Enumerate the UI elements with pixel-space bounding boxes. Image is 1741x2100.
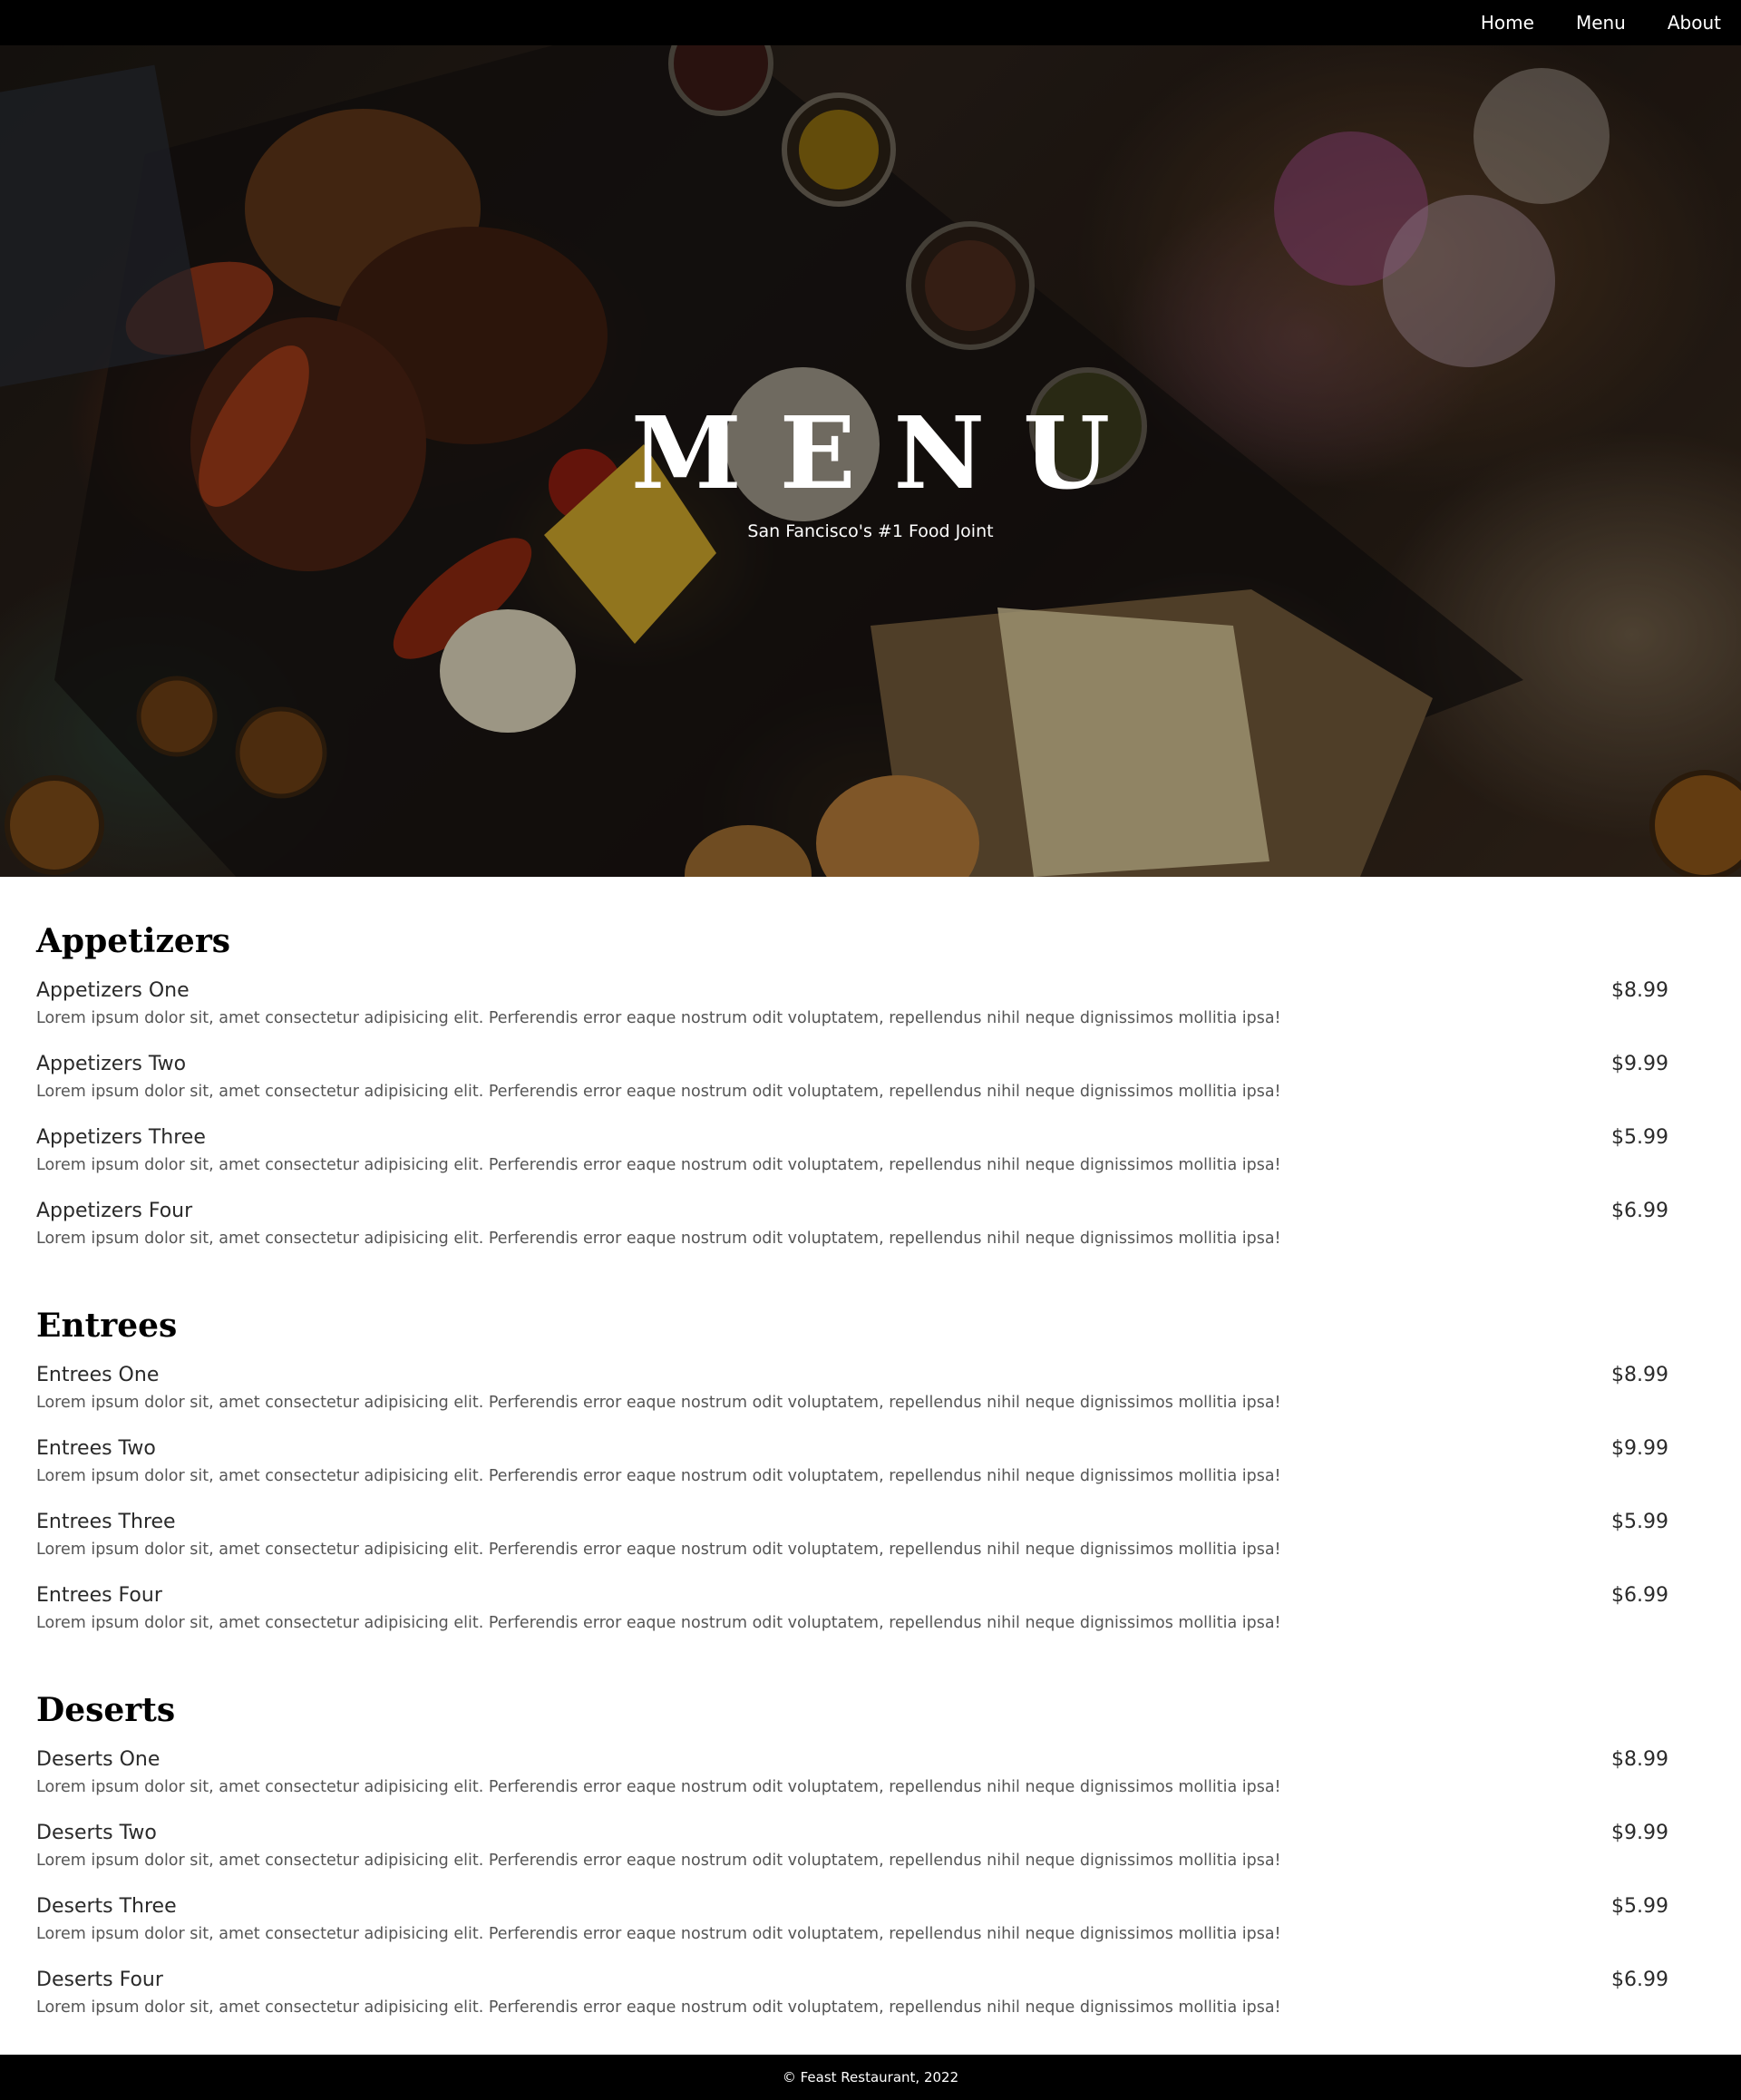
item-name: Entrees Three bbox=[36, 1511, 176, 1533]
item-description: Lorem ipsum dolor sit, amet consectetur … bbox=[36, 1156, 1281, 1174]
footer: © Feast Restaurant, 2022 bbox=[0, 2055, 1741, 2100]
item-price: $5.99 bbox=[1611, 1511, 1668, 1533]
item-name: Appetizers Three bbox=[36, 1126, 206, 1149]
item-price: $5.99 bbox=[1611, 1126, 1668, 1149]
item-name: Appetizers Four bbox=[36, 1200, 193, 1222]
hero-subtitle: San Fancisco's #1 Food Joint bbox=[747, 521, 994, 541]
item-description: Lorem ipsum dolor sit, amet consectetur … bbox=[36, 1230, 1281, 1248]
section-title: Deserts bbox=[36, 1691, 176, 1729]
item-name: Entrees One bbox=[36, 1364, 160, 1386]
item-price: $9.99 bbox=[1611, 1437, 1668, 1460]
item-price: $5.99 bbox=[1611, 1895, 1668, 1918]
item-price: $6.99 bbox=[1611, 1200, 1668, 1222]
hero-banner: MENU San Fancisco's #1 Food Joint bbox=[0, 45, 1741, 877]
item-name: Appetizers Two bbox=[36, 1053, 187, 1075]
menu-item: Entrees Three Lorem ipsum dolor sit, ame… bbox=[36, 1511, 1668, 1574]
menu-item: Appetizers Four Lorem ipsum dolor sit, a… bbox=[36, 1200, 1668, 1263]
top-nav: Home Menu About bbox=[0, 0, 1741, 45]
item-description: Lorem ipsum dolor sit, amet consectetur … bbox=[36, 1925, 1281, 1943]
menu-item: Appetizers Three Lorem ipsum dolor sit, … bbox=[36, 1126, 1668, 1190]
item-description: Lorem ipsum dolor sit, amet consectetur … bbox=[36, 1852, 1281, 1870]
item-name: Appetizers One bbox=[36, 979, 190, 1002]
item-price: $8.99 bbox=[1611, 979, 1668, 1002]
item-name: Deserts Four bbox=[36, 1969, 163, 1991]
item-description: Lorem ipsum dolor sit, amet consectetur … bbox=[36, 1083, 1281, 1101]
item-description: Lorem ipsum dolor sit, amet consectetur … bbox=[36, 1394, 1281, 1412]
nav-link-menu[interactable]: Menu bbox=[1576, 12, 1626, 34]
menu-item: Deserts Two Lorem ipsum dolor sit, amet … bbox=[36, 1822, 1668, 1885]
item-description: Lorem ipsum dolor sit, amet consectetur … bbox=[36, 1467, 1281, 1485]
menu-item: Deserts Four Lorem ipsum dolor sit, amet… bbox=[36, 1969, 1668, 2032]
menu-item: Entrees One Lorem ipsum dolor sit, amet … bbox=[36, 1364, 1668, 1427]
item-description: Lorem ipsum dolor sit, amet consectetur … bbox=[36, 1998, 1281, 2017]
item-description: Lorem ipsum dolor sit, amet consectetur … bbox=[36, 1778, 1281, 1796]
nav-links: Home Menu About bbox=[1481, 0, 1741, 45]
menu-item: Deserts One Lorem ipsum dolor sit, amet … bbox=[36, 1748, 1668, 1812]
section-title: Appetizers bbox=[36, 922, 231, 960]
menu-item: Entrees Four Lorem ipsum dolor sit, amet… bbox=[36, 1584, 1668, 1648]
item-price: $8.99 bbox=[1611, 1364, 1668, 1386]
menu-item: Entrees Two Lorem ipsum dolor sit, amet … bbox=[36, 1437, 1668, 1501]
item-name: Entrees Four bbox=[36, 1584, 162, 1607]
nav-link-about[interactable]: About bbox=[1668, 12, 1721, 34]
item-description: Lorem ipsum dolor sit, amet consectetur … bbox=[36, 1541, 1281, 1559]
item-name: Deserts One bbox=[36, 1748, 160, 1771]
item-description: Lorem ipsum dolor sit, amet consectetur … bbox=[36, 1009, 1281, 1027]
hero-title: MENU bbox=[630, 394, 1149, 511]
menu-item: Appetizers Two Lorem ipsum dolor sit, am… bbox=[36, 1053, 1668, 1116]
copyright-text: © Feast Restaurant, 2022 bbox=[782, 2069, 959, 2085]
menu-item: Deserts Three Lorem ipsum dolor sit, ame… bbox=[36, 1895, 1668, 1959]
item-name: Deserts Two bbox=[36, 1822, 157, 1844]
item-name: Entrees Two bbox=[36, 1437, 156, 1460]
item-price: $9.99 bbox=[1611, 1053, 1668, 1075]
section-title: Entrees bbox=[36, 1307, 178, 1345]
item-price: $6.99 bbox=[1611, 1584, 1668, 1607]
item-price: $6.99 bbox=[1611, 1969, 1668, 1991]
item-price: $8.99 bbox=[1611, 1748, 1668, 1771]
nav-link-home[interactable]: Home bbox=[1481, 12, 1534, 34]
item-name: Deserts Three bbox=[36, 1895, 177, 1918]
item-price: $9.99 bbox=[1611, 1822, 1668, 1844]
menu-item: Appetizers One Lorem ipsum dolor sit, am… bbox=[36, 979, 1668, 1043]
item-description: Lorem ipsum dolor sit, amet consectetur … bbox=[36, 1614, 1281, 1632]
